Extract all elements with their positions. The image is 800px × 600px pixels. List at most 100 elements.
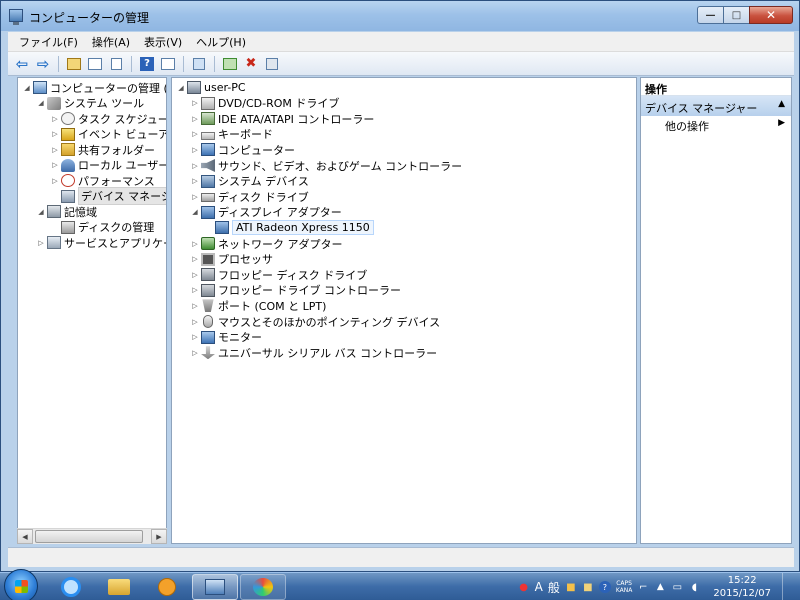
menu-file[interactable]: ファイル(F) <box>12 34 85 50</box>
forward-arrow-icon[interactable]: ⇨ <box>35 55 51 73</box>
device-tree-item[interactable]: ◢ user-PC <box>176 80 246 95</box>
device-tree-item[interactable]: ▷ フロッピー ドライブ コントローラー <box>190 283 401 298</box>
taskbar-internet-explorer[interactable] <box>48 574 94 600</box>
collapse-up-icon[interactable]: ▲ <box>778 99 785 109</box>
taskbar-explorer[interactable] <box>96 574 142 600</box>
left-tree-item[interactable]: ◢ コンピューターの管理 (ローカ <box>22 80 166 95</box>
device-tree-item[interactable]: ▷ フロッピー ディスク ドライブ <box>190 267 367 282</box>
left-tree-item[interactable]: デバイス マネージャー <box>50 187 166 205</box>
menu-view[interactable]: 表示(V) <box>137 34 189 50</box>
disable-device-icon[interactable] <box>264 56 280 72</box>
expand-arrow-icon[interactable]: ▷ <box>50 146 60 154</box>
menu-help[interactable]: ヘルプ(H) <box>189 34 253 50</box>
left-tree-item[interactable]: ▷ タスク スケジューラ <box>50 111 166 126</box>
scroll-left-icon[interactable]: ◀ <box>17 529 33 544</box>
left-pane-horizontal-scrollbar[interactable]: ◀ ▶ <box>17 528 167 544</box>
left-tree-item[interactable]: ▷ パフォーマンス <box>50 173 155 188</box>
ime-options-icon[interactable]: ⌐ <box>637 581 649 593</box>
left-tree-item[interactable]: ▷ イベント ビューアー <box>50 127 166 142</box>
collapse-arrow-icon[interactable]: ◢ <box>176 84 186 92</box>
expand-arrow-icon[interactable]: ▷ <box>190 99 200 107</box>
expand-arrow-icon[interactable]: ▷ <box>190 162 200 170</box>
expand-arrow-icon[interactable]: ▷ <box>50 115 60 123</box>
collapse-arrow-icon[interactable]: ◢ <box>36 99 46 107</box>
show-hidden-icons-icon[interactable]: ▲ <box>654 581 666 593</box>
action-center-icon[interactable]: ● <box>518 581 530 593</box>
collapse-arrow-icon[interactable]: ◢ <box>22 84 32 92</box>
expand-arrow-icon[interactable]: ▷ <box>190 130 200 138</box>
show-hide-tree-icon[interactable] <box>87 56 103 72</box>
device-tree-item[interactable]: ▷ ネットワーク アダプター <box>190 236 343 251</box>
show-desktop-button[interactable] <box>782 573 792 600</box>
expand-arrow-icon[interactable]: ▷ <box>190 286 200 294</box>
left-tree-item[interactable]: ▷ 共有フォルダー <box>50 142 155 157</box>
actions-section-device-manager[interactable]: デバイス マネージャー ▲ <box>641 96 791 116</box>
device-tree-item[interactable]: ▷ IDE ATA/ATAPI コントローラー <box>190 111 374 126</box>
left-tree-item[interactable]: ディスクの管理 <box>50 220 154 235</box>
ime-help-icon[interactable]: ? <box>598 581 611 593</box>
left-tree-item[interactable]: ◢ システム ツール <box>36 96 144 111</box>
scrollbar-thumb[interactable] <box>35 530 143 543</box>
device-tree-item[interactable]: ▷ ディスク ドライブ <box>190 189 308 204</box>
device-tree-item[interactable]: ▷ モニター <box>190 330 262 345</box>
device-tree-item[interactable]: ▷ ユニバーサル シリアル バス コントローラー <box>190 345 437 360</box>
device-tree-item[interactable]: ▷ DVD/CD-ROM ドライブ <box>190 96 339 111</box>
collapse-arrow-icon[interactable]: ◢ <box>190 208 200 216</box>
start-button[interactable] <box>4 569 38 600</box>
device-tree-item[interactable]: ◢ ディスプレイ アダプター <box>190 205 342 220</box>
expand-arrow-icon[interactable]: ▷ <box>190 302 200 310</box>
scan-hardware-icon[interactable] <box>191 56 207 72</box>
ime-pad-icon[interactable]: ■ <box>582 581 594 593</box>
expand-arrow-icon[interactable]: ▷ <box>190 255 200 263</box>
clock[interactable]: 15:22 2015/12/07 <box>713 574 771 600</box>
ime-label[interactable]: 般 <box>548 579 560 596</box>
minimize-button[interactable]: — <box>697 6 723 24</box>
device-tree-item[interactable]: ▷ キーボード <box>190 127 273 142</box>
device-tree-item[interactable]: ATI Radeon Xpress 1150 <box>204 220 374 236</box>
collapse-arrow-icon[interactable]: ◢ <box>36 208 46 216</box>
menu-action[interactable]: 操作(A) <box>85 34 137 50</box>
expand-arrow-icon[interactable]: ▷ <box>190 318 200 326</box>
left-tree-item-label: サービスとアプリケーショ <box>64 236 166 250</box>
maximize-button[interactable]: □ <box>723 6 749 24</box>
more-actions-item[interactable]: 他の操作 ▶ <box>665 118 785 134</box>
left-tree-item[interactable]: ▷ サービスとアプリケーショ <box>36 235 166 250</box>
taskbar-paint[interactable] <box>240 574 286 600</box>
expand-arrow-icon[interactable]: ▷ <box>36 239 46 247</box>
expand-arrow-icon[interactable]: ▷ <box>190 115 200 123</box>
volume-icon[interactable]: ◖ <box>688 581 700 593</box>
ime-mode[interactable]: A <box>535 580 543 594</box>
expand-arrow-icon[interactable]: ▷ <box>190 193 200 201</box>
taskbar-computer-management[interactable] <box>192 574 238 600</box>
left-tree-item[interactable]: ◢ 記憶域 <box>36 204 97 219</box>
title-bar[interactable]: コンピューターの管理 — □ ✕ <box>1 1 799 31</box>
taskbar-media-player[interactable] <box>144 574 190 600</box>
close-button[interactable]: ✕ <box>749 6 793 24</box>
expand-arrow-icon[interactable]: ▷ <box>190 333 200 341</box>
expand-arrow-icon[interactable]: ▷ <box>190 146 200 154</box>
expand-arrow-icon[interactable]: ▷ <box>190 349 200 357</box>
help-icon[interactable]: ? <box>139 56 155 72</box>
device-tree-item[interactable]: ▷ ポート (COM と LPT) <box>190 298 326 313</box>
up-folder-icon[interactable] <box>66 56 82 72</box>
device-tree-item[interactable]: ▷ コンピューター <box>190 142 295 157</box>
uninstall-device-icon[interactable]: ✖ <box>243 56 259 72</box>
properties-icon[interactable] <box>160 56 176 72</box>
expand-arrow-icon[interactable]: ▷ <box>190 177 200 185</box>
device-tree-item[interactable]: ▷ サウンド、ビデオ、およびゲーム コントローラー <box>190 158 462 173</box>
network-icon[interactable]: ▭ <box>671 581 683 593</box>
back-arrow-icon[interactable]: ⇦ <box>14 55 30 73</box>
export-list-icon[interactable] <box>108 56 124 72</box>
expand-arrow-icon[interactable]: ▷ <box>50 161 60 169</box>
expand-arrow-icon[interactable]: ▷ <box>50 177 60 185</box>
device-tree-item[interactable]: ▷ システム デバイス <box>190 174 309 189</box>
ime-tool-icon[interactable]: ■ <box>565 581 577 593</box>
update-driver-icon[interactable] <box>222 56 238 72</box>
expand-arrow-icon[interactable]: ▷ <box>190 271 200 279</box>
left-tree-item[interactable]: ▷ ローカル ユーザーとグ <box>50 158 166 173</box>
scroll-right-icon[interactable]: ▶ <box>151 529 167 544</box>
device-tree-item[interactable]: ▷ プロセッサ <box>190 252 273 267</box>
device-tree-item[interactable]: ▷ マウスとそのほかのポインティング デバイス <box>190 314 440 329</box>
expand-arrow-icon[interactable]: ▷ <box>190 240 200 248</box>
expand-arrow-icon[interactable]: ▷ <box>50 130 60 138</box>
